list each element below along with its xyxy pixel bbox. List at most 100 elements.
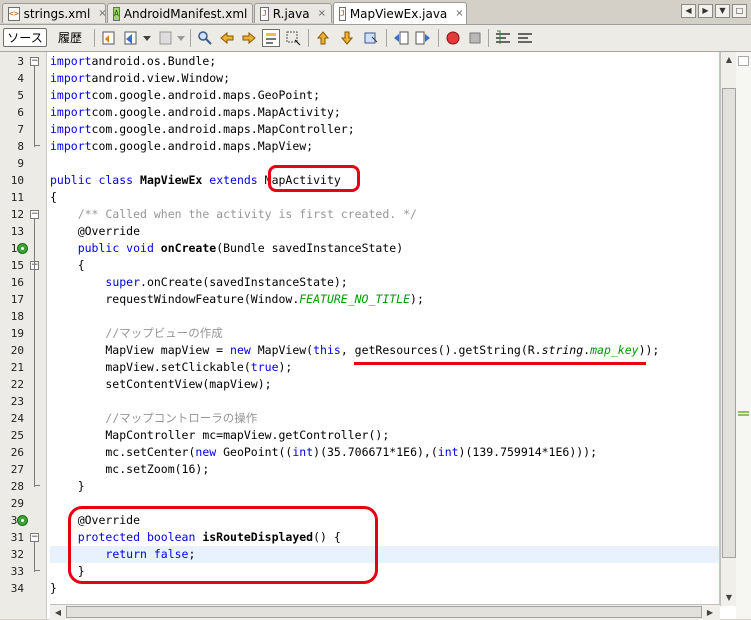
- line-number: 25: [10, 429, 24, 442]
- find-icon[interactable]: [196, 29, 214, 47]
- vertical-scrollbar[interactable]: ▲ ▼: [720, 52, 737, 606]
- horizontal-scroll-thumb[interactable]: [66, 606, 702, 618]
- code-line[interactable]: 23: [0, 393, 736, 410]
- code-token: )(139.759914*1E6)));: [458, 445, 598, 459]
- code-token: map_key: [590, 343, 639, 357]
- forward-icon[interactable]: [156, 29, 174, 47]
- comment-icon[interactable]: [494, 29, 512, 47]
- vertical-scroll-thumb[interactable]: [722, 88, 736, 558]
- code-line[interactable]: 16 super.onCreate(savedInstanceState);: [0, 274, 736, 291]
- line-number: 4: [17, 72, 24, 85]
- code-line[interactable]: 20 MapView mapView = new MapView(this, g…: [0, 342, 736, 359]
- tab-navigation: ◀ ▶ ▼ □: [681, 4, 747, 18]
- scroll-down-icon[interactable]: ▼: [723, 592, 735, 604]
- close-icon[interactable]: ×: [455, 8, 463, 19]
- line-number: 23: [10, 395, 24, 408]
- previous-bookmark-icon[interactable]: [314, 29, 332, 47]
- code-text: }: [50, 478, 85, 495]
- code-line[interactable]: 26 mc.setCenter(new GeoPoint((int)(35.70…: [0, 444, 736, 461]
- code-line[interactable]: 19 //マップビューの作成: [0, 325, 736, 342]
- toggle-bookmark-icon[interactable]: [362, 29, 380, 47]
- code-text: super.onCreate(savedInstanceState);: [50, 274, 347, 291]
- line-number: 5: [17, 89, 24, 102]
- scroll-left-icon[interactable]: ◀: [681, 4, 696, 18]
- code-line[interactable]: 15− {: [0, 257, 736, 274]
- tab-r-java[interactable]: J R.java ×: [254, 3, 332, 23]
- shift-right-icon[interactable]: [414, 29, 432, 47]
- error-stripe-mark[interactable]: [738, 414, 749, 416]
- line-number: 3: [17, 55, 24, 68]
- code-line[interactable]: 6 importcom.google.android.maps.MapActivi…: [0, 104, 736, 121]
- line-number: 29: [10, 497, 24, 510]
- line-number: 33: [10, 565, 24, 578]
- code-token: {: [50, 190, 57, 204]
- code-line[interactable]: 18: [0, 308, 736, 325]
- uncomment-icon[interactable]: [516, 29, 534, 47]
- code-line[interactable]: 12− /** Called when the activity is firs…: [0, 206, 736, 223]
- fold-guide-line: [34, 542, 35, 572]
- chevron-down-icon[interactable]: [176, 29, 186, 47]
- scroll-left-icon[interactable]: ◀: [52, 607, 64, 619]
- fold-toggle-icon[interactable]: −: [30, 533, 39, 542]
- code-token: int: [437, 445, 459, 459]
- code-token: setContentView(mapView);: [50, 377, 272, 391]
- code-line[interactable]: 25 MapController mc=mapView.getControlle…: [0, 427, 736, 444]
- last-edit-icon[interactable]: [100, 29, 118, 47]
- override-marker-icon[interactable]: [17, 243, 28, 254]
- find-previous-icon[interactable]: [218, 29, 236, 47]
- code-line[interactable]: 3− importandroid.os.Bundle;: [0, 53, 736, 70]
- code-line[interactable]: 14 public void onCreate(Bundle savedInst…: [0, 240, 736, 257]
- source-view-button[interactable]: ソース: [3, 28, 47, 47]
- history-view-button[interactable]: 履歴: [52, 28, 88, 47]
- code-text: importcom.google.android.maps.MapControl…: [50, 121, 355, 138]
- next-bookmark-icon[interactable]: [338, 29, 356, 47]
- code-text: public void onCreate(Bundle savedInstanc…: [50, 240, 403, 257]
- code-line[interactable]: 10 public class MapViewEx extends MapActi…: [0, 172, 736, 189]
- code-line[interactable]: 24 //マップコントローラの操作: [0, 410, 736, 427]
- back-icon[interactable]: [122, 29, 140, 47]
- code-line[interactable]: 27 mc.setZoom(16);: [0, 461, 736, 478]
- code-line[interactable]: 7 importcom.google.android.maps.MapContro…: [0, 121, 736, 138]
- tab-strings-xml[interactable]: <> strings.xml ×: [2, 3, 107, 23]
- code-token: MapViewEx: [140, 173, 210, 187]
- code-editor[interactable]: 3− importandroid.os.Bundle; 4 importandroid…: [0, 52, 751, 620]
- error-stripe-mark[interactable]: [738, 411, 749, 413]
- find-next-icon[interactable]: [240, 29, 258, 47]
- scroll-right-icon[interactable]: ▶: [704, 607, 716, 619]
- toolbar-divider: [94, 29, 95, 47]
- tab-android-manifest[interactable]: A AndroidManifest.xml ×: [107, 3, 264, 23]
- code-line[interactable]: 9: [0, 155, 736, 172]
- code-line[interactable]: 22 setContentView(mapView);: [0, 376, 736, 393]
- stop-macro-recording-icon[interactable]: [466, 29, 484, 47]
- scroll-right-icon[interactable]: ▶: [698, 4, 713, 18]
- fold-toggle-icon[interactable]: −: [30, 210, 39, 219]
- toggle-highlight-search-icon[interactable]: [262, 29, 280, 47]
- close-icon[interactable]: ×: [98, 8, 106, 19]
- error-stripe[interactable]: [736, 52, 751, 619]
- start-macro-recording-icon[interactable]: [444, 29, 462, 47]
- override-marker-icon[interactable]: [17, 515, 28, 526]
- select-rectangle-icon[interactable]: [284, 29, 302, 47]
- scroll-up-icon[interactable]: ▲: [723, 54, 735, 66]
- chevron-down-icon[interactable]: [142, 29, 152, 47]
- chevron-down-icon[interactable]: ▼: [715, 4, 730, 18]
- code-token: ));: [638, 343, 660, 357]
- code-line[interactable]: 8 importcom.google.android.maps.MapView;: [0, 138, 736, 155]
- tab-mapviewex-java[interactable]: J MapViewEx.java ×: [333, 2, 467, 24]
- code-line[interactable]: 11 {: [0, 189, 736, 206]
- shift-left-icon[interactable]: [392, 29, 410, 47]
- code-line[interactable]: 4 importandroid.view.Window;: [0, 70, 736, 87]
- code-line[interactable]: 5 importcom.google.android.maps.GeoPoint;: [0, 87, 736, 104]
- close-icon[interactable]: ×: [318, 8, 326, 19]
- code-line[interactable]: 28 }: [0, 478, 736, 495]
- code-line[interactable]: 17 requestWindowFeature(Window.FEATURE_N…: [0, 291, 736, 308]
- code-token: mapView.setClickable(: [50, 360, 251, 374]
- code-token: }: [50, 581, 57, 595]
- maximize-icon[interactable]: □: [732, 4, 747, 18]
- horizontal-scrollbar[interactable]: ◀ ▶: [50, 604, 720, 620]
- fold-toggle-icon[interactable]: −: [30, 57, 39, 66]
- line-number: 17: [10, 293, 24, 306]
- code-line[interactable]: 13 @Override: [0, 223, 736, 240]
- annotation-isroutedisplayed-box: [68, 506, 378, 584]
